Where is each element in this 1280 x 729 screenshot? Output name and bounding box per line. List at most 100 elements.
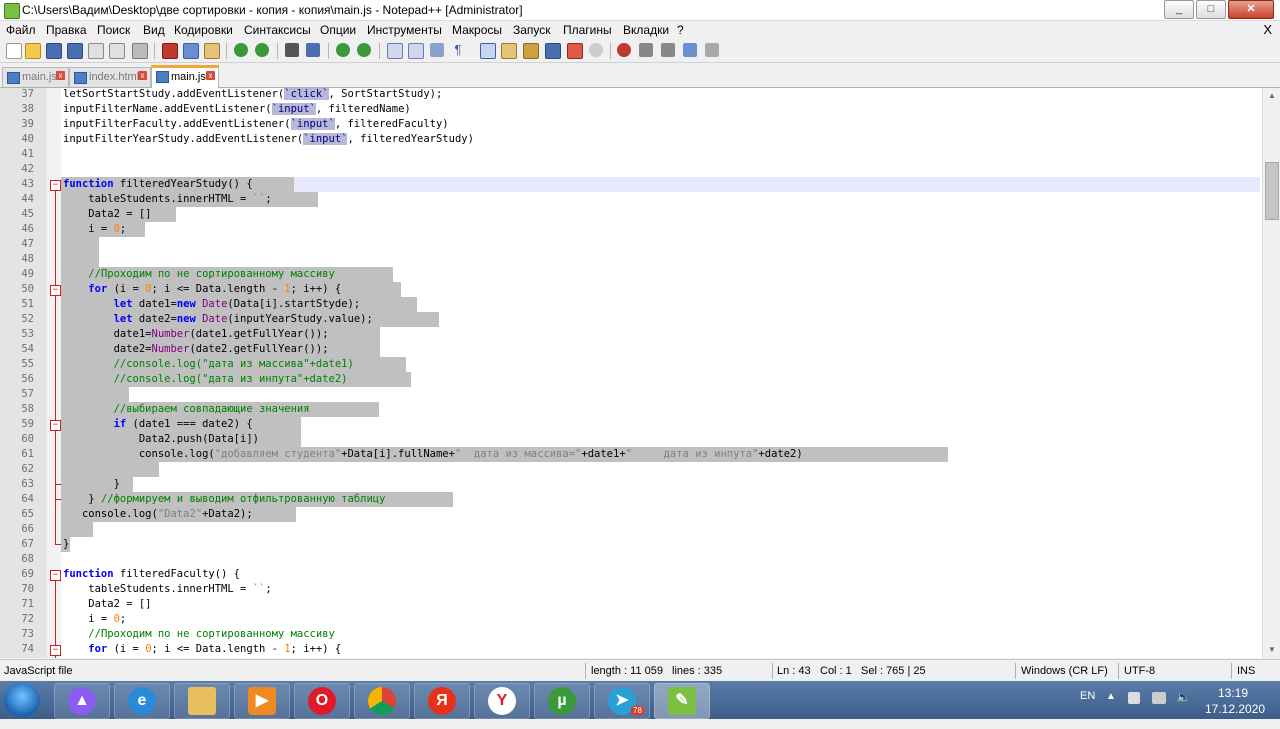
open-file-icon[interactable]	[25, 43, 41, 59]
vertical-scrollbar[interactable]: ▲ ▼	[1262, 88, 1280, 658]
code-line[interactable]: inputFilterName.addEventListener(`input`…	[63, 102, 411, 117]
code-line[interactable]: Data2 = []	[63, 207, 151, 222]
scrollbar-thumb[interactable]	[1265, 162, 1279, 220]
new-file-icon[interactable]	[6, 43, 22, 59]
volume-icon[interactable]: 🔈	[1176, 690, 1191, 728]
input-language[interactable]: EN	[1080, 690, 1095, 728]
tab-close-icon[interactable]: x	[138, 71, 147, 80]
fold-collapse-icon[interactable]: −	[50, 570, 61, 581]
tab-close-icon[interactable]: x	[56, 71, 65, 80]
scroll-up-icon[interactable]: ▲	[1266, 90, 1278, 102]
close-tab-icon[interactable]	[88, 43, 104, 59]
clock-time[interactable]: 13:19	[1218, 686, 1248, 700]
taskbar-media-app[interactable]: ▶	[234, 683, 290, 719]
taskbar-notepadpp-app[interactable]: ✎	[654, 683, 710, 719]
code-line[interactable]: //Проходим по не сортированному массиву	[63, 627, 335, 642]
minimize-button[interactable]: _	[1164, 0, 1194, 19]
menu-file[interactable]: Файл	[6, 23, 36, 37]
start-button[interactable]	[4, 683, 40, 717]
code-line[interactable]: inputFilterFaculty.addEventListener(`inp…	[63, 117, 449, 132]
close-button[interactable]: ✕	[1228, 0, 1274, 19]
code-line[interactable]: //console.log("дата из массива"+date1)	[63, 357, 354, 372]
menu-search[interactable]: Поиск	[97, 23, 130, 37]
show-hidden-icons-icon[interactable]: ▲	[1106, 691, 1116, 729]
code-line[interactable]: inputFilterYearStudy.addEventListener(`i…	[63, 132, 474, 147]
word-wrap-icon[interactable]	[430, 43, 444, 57]
menu-options[interactable]: Опции	[320, 23, 356, 37]
code-line[interactable]: let date1=new Date(Data[i].startStyde);	[63, 297, 361, 312]
function-list-icon[interactable]	[545, 43, 561, 59]
redo-icon[interactable]	[255, 43, 269, 57]
play-macro-icon[interactable]	[661, 43, 675, 57]
code-line[interactable]: function filteredFaculty() {	[63, 567, 240, 582]
code-line[interactable]: i = 0;	[63, 222, 126, 237]
close-all-icon[interactable]	[109, 43, 125, 59]
copy-icon[interactable]	[183, 43, 199, 59]
doc-map-icon[interactable]	[523, 43, 539, 59]
menu-plugins[interactable]: Плагины	[563, 23, 612, 37]
monitoring-icon[interactable]	[589, 43, 603, 57]
code-line[interactable]: if (date1 === date2) {	[63, 417, 253, 432]
tab-close-icon[interactable]: x	[206, 71, 215, 80]
run-macro-multiple-icon[interactable]	[683, 43, 697, 57]
code-line[interactable]: console.log("добавляем студента"+Data[i]…	[63, 447, 803, 462]
find-icon[interactable]	[285, 43, 299, 57]
menu-tabs[interactable]: Вкладки	[623, 23, 669, 37]
taskbar-yandex-browser-app[interactable]: Y	[474, 683, 530, 719]
code-line[interactable]: Data2.push(Data[i])	[63, 432, 259, 447]
code-line[interactable]: }	[63, 537, 69, 552]
clock-date[interactable]: 17.12.2020	[1205, 702, 1265, 716]
taskbar-alice-app[interactable]: ▲	[54, 683, 110, 719]
taskbar-chrome-app[interactable]	[354, 683, 410, 719]
code-line[interactable]: console.log("Data2"+Data2);	[63, 507, 253, 522]
taskbar-utorrent-app[interactable]: µ	[534, 683, 590, 719]
code-line[interactable]: //Проходим по не сортированному массиву	[63, 267, 335, 282]
folder-as-workspace-icon[interactable]	[567, 43, 583, 59]
code-line[interactable]: Data2 = []	[63, 597, 151, 612]
undo-icon[interactable]	[234, 43, 248, 57]
menu-help[interactable]: ?	[677, 23, 684, 37]
network-icon[interactable]	[1152, 692, 1166, 704]
taskbar-explorer-app[interactable]	[174, 683, 230, 719]
paste-icon[interactable]	[204, 43, 220, 59]
code-line[interactable]: tableStudents.innerHTML = ``;	[63, 582, 271, 597]
menu-edit[interactable]: Правка	[46, 23, 87, 37]
code-line[interactable]: //выбираем совпадающие значения	[63, 402, 310, 417]
code-line[interactable]: } //формируем и выводим отфильтрованную …	[63, 492, 385, 507]
print-icon[interactable]	[132, 43, 148, 59]
save-icon[interactable]	[46, 43, 62, 59]
sync-scroll-v-icon[interactable]	[387, 43, 403, 59]
code-line[interactable]: i = 0;	[63, 612, 126, 627]
code-line[interactable]: tableStudents.innerHTML = ``;	[63, 192, 271, 207]
udl-icon[interactable]	[501, 43, 517, 59]
maximize-button[interactable]: □	[1196, 0, 1226, 19]
status-insert-mode[interactable]: INS	[1237, 665, 1255, 677]
record-macro-icon[interactable]	[617, 43, 631, 57]
menu-syntax[interactable]: Синтаксисы	[244, 23, 311, 37]
taskbar-ie-app[interactable]: e	[114, 683, 170, 719]
save-macro-icon[interactable]	[705, 43, 719, 57]
zoom-in-icon[interactable]	[336, 43, 350, 57]
menu-macros[interactable]: Макросы	[452, 23, 502, 37]
code-line[interactable]: let date2=new Date(inputYearStudy.value)…	[63, 312, 373, 327]
menu-run[interactable]: Запуск	[513, 23, 551, 37]
code-line[interactable]: letSortStartStudy.addEventListener(`clic…	[63, 88, 442, 102]
cut-icon[interactable]	[162, 43, 178, 59]
tab-index-html[interactable]: index.html x	[69, 67, 151, 87]
menu-tools[interactable]: Инструменты	[367, 23, 442, 37]
stop-macro-icon[interactable]	[639, 43, 653, 57]
code-line[interactable]: }	[63, 477, 120, 492]
sync-scroll-h-icon[interactable]	[408, 43, 424, 59]
status-eol[interactable]: Windows (CR LF)	[1021, 665, 1108, 677]
taskbar-opera-app[interactable]: O	[294, 683, 350, 719]
taskbar-telegram-app[interactable]: ➤ 78	[594, 683, 650, 719]
code-line[interactable]: date2=Number(date2.getFullYear());	[63, 342, 329, 357]
replace-icon[interactable]	[306, 43, 320, 57]
taskbar-yandex-app[interactable]: Я	[414, 683, 470, 719]
scroll-down-icon[interactable]: ▼	[1266, 644, 1278, 656]
code-line[interactable]: date1=Number(date1.getFullYear());	[63, 327, 329, 342]
tab-main-js-1[interactable]: main.js x	[2, 67, 69, 87]
fold-collapse-icon[interactable]: −	[50, 180, 61, 191]
close-document-icon[interactable]: X	[1263, 22, 1272, 37]
zoom-out-icon[interactable]	[357, 43, 371, 57]
